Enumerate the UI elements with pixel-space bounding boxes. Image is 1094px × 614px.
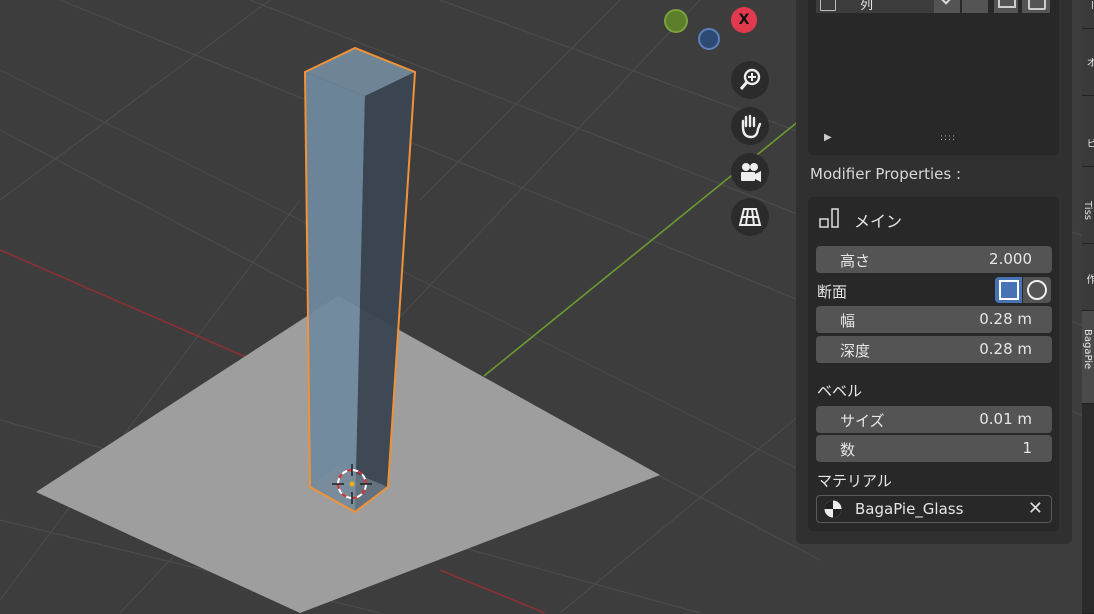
depth-label: 深度 [840,342,871,360]
depth-value: 0.28 m [979,340,1032,358]
tab-edit[interactable]: 作 [1082,244,1094,311]
camera-icon [741,163,761,182]
pillar-icon [819,208,839,228]
hand-icon [741,114,762,139]
x-axis-gizmo[interactable]: X [731,7,757,33]
count-label: 数 [840,441,856,459]
bevel-size-field[interactable]: サイズ 0.01 m [816,406,1052,433]
tab-tool[interactable]: オ [1082,29,1094,96]
zoom-button[interactable] [731,61,769,99]
list-row[interactable]: 列 [816,0,936,13]
toggle-button[interactable] [962,0,988,13]
y-axis-gizmo[interactable] [664,9,688,33]
perspective-toggle-button[interactable] [731,198,769,236]
resize-grip-icon[interactable]: :::: [940,133,956,143]
tab-view[interactable]: ビ [1082,96,1094,167]
column-icon [820,0,836,11]
grid-icon [738,208,762,226]
z-axis-gizmo[interactable] [698,28,720,50]
square-icon [999,280,1019,300]
width-value: 0.28 m [979,310,1032,328]
width-label: 幅 [840,312,856,330]
tab-bagapie[interactable]: BagaPie [1082,311,1094,404]
tab-item[interactable]: ー [1082,0,1094,29]
monitor-icon [998,0,1016,8]
sidebar-tabs: ー オ ビ Tiss 作 BagaPie [1082,0,1094,614]
circle-icon [1027,280,1047,300]
display-toggle-button[interactable] [994,0,1018,13]
tab-empty [1082,404,1094,614]
camera-render-icon [1028,0,1046,10]
bevel-count-field[interactable]: 数 1 [816,435,1052,462]
height-field[interactable]: 高さ 2.000 [816,246,1052,273]
x-axis-label: X [738,12,750,28]
square-section-toggle[interactable] [995,277,1022,303]
section-label: 断面 [817,283,848,301]
material-name: BagaPie_Glass [855,500,964,518]
panel-title: メイン [854,212,903,231]
width-field[interactable]: 幅 0.28 m [816,306,1052,333]
list-row-text: 列 [860,0,874,13]
expand-triangle-icon[interactable]: ▶ [824,132,832,143]
size-label: サイズ [840,412,885,430]
material-label: マテリアル [817,472,892,490]
height-label: 高さ [840,252,871,270]
pan-button[interactable] [731,107,769,145]
count-value: 1 [1022,439,1032,457]
properties-header: Modifier Properties : [810,165,962,183]
dropdown-button[interactable] [934,0,960,13]
render-toggle-button[interactable] [1022,0,1050,13]
height-value: 2.000 [989,250,1032,268]
material-sphere-icon [824,500,842,518]
modifier-list[interactable]: 列 ▶ :::: [808,0,1059,155]
bevel-label: ベベル [817,382,863,400]
depth-field[interactable]: 深度 0.28 m [816,336,1052,363]
tab-tissue[interactable]: Tiss [1082,167,1094,244]
chevron-down-icon [940,0,952,5]
zoom-icon [739,68,761,90]
material-selector[interactable]: BagaPie_Glass ✕ [816,495,1052,523]
circle-section-toggle[interactable] [1023,277,1051,303]
clear-material-icon[interactable]: ✕ [1028,498,1043,519]
camera-view-button[interactable] [731,153,769,191]
size-value: 0.01 m [979,410,1032,428]
